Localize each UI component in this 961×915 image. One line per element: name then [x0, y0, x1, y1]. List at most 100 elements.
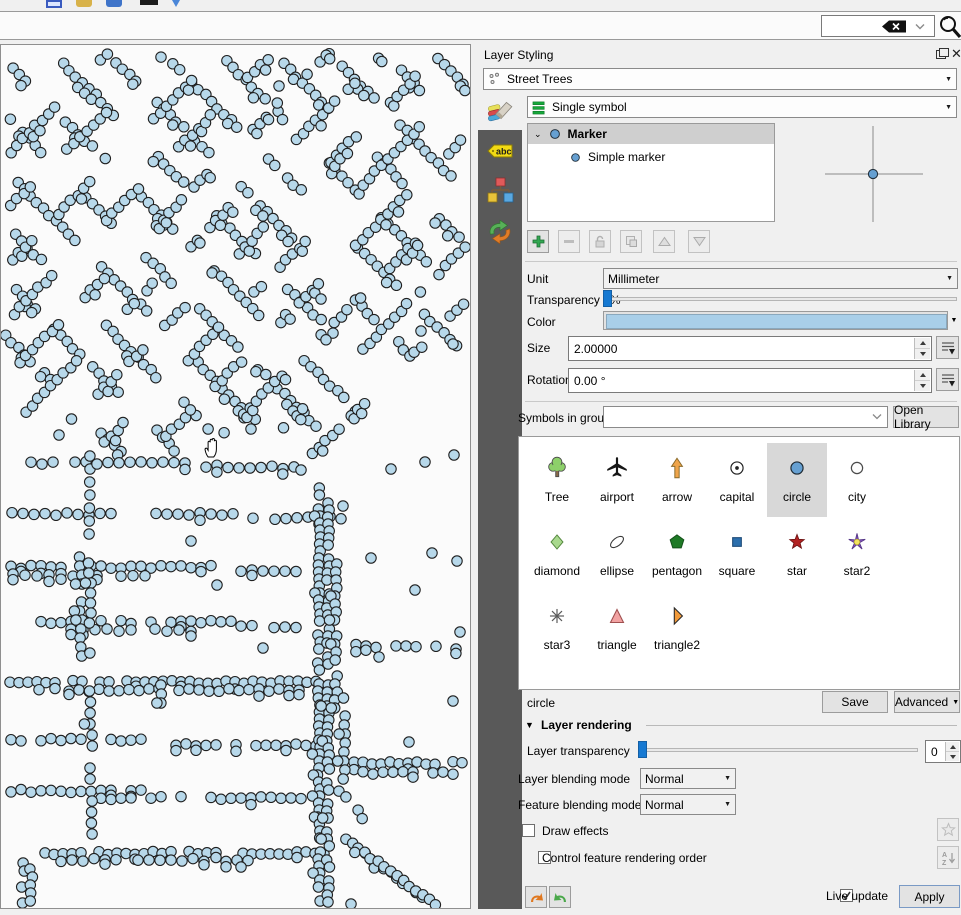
- symbol-item-airport[interactable]: airport: [587, 443, 647, 517]
- size-up-arrow[interactable]: [915, 338, 930, 349]
- symbol-tree-root-row[interactable]: ⌄ Marker: [528, 124, 774, 144]
- symbol-item-diamond[interactable]: diamond: [527, 517, 587, 591]
- symbol-item-label: arrow: [662, 490, 692, 504]
- symbol-item-pentagon[interactable]: pentagon: [647, 517, 707, 591]
- size-down-arrow[interactable]: [915, 349, 930, 359]
- size-spinbox[interactable]: 2.00000: [568, 336, 932, 361]
- data-defined-icon: [940, 372, 956, 388]
- symbol-item-label: square: [719, 564, 756, 578]
- lt-down-arrow[interactable]: [946, 752, 959, 761]
- group-rule: [646, 725, 957, 726]
- rotation-value: 0.00 °: [569, 374, 606, 388]
- symbol-tree-root-label: Marker: [568, 127, 607, 141]
- rotation-down-arrow[interactable]: [915, 381, 930, 391]
- map-canvas[interactable]: [0, 44, 471, 909]
- toolbar-icon-partial-1[interactable]: [46, 0, 62, 8]
- remove-symbol-layer-button[interactable]: [558, 230, 580, 253]
- plus-icon: [532, 235, 545, 248]
- renderer-value: Single symbol: [552, 100, 627, 114]
- symbol-layer-tree[interactable]: ⌄ Marker Simple marker: [527, 123, 775, 222]
- layer-blending-combo[interactable]: Normal ▼: [640, 768, 736, 789]
- lock-icon: [594, 235, 606, 248]
- rotation-label: Rotation: [527, 373, 572, 387]
- rotation-spinbox[interactable]: 0.00 °: [568, 368, 932, 393]
- unit-combo[interactable]: Millimeter ▼: [603, 268, 958, 289]
- layer-transparency-label: Layer transparency: [527, 744, 630, 758]
- separator: [525, 401, 957, 402]
- apply-label: Apply: [914, 890, 944, 904]
- symbol-item-square[interactable]: square: [707, 517, 767, 591]
- tab-style-manager[interactable]: [478, 172, 522, 210]
- search-input[interactable]: [821, 15, 935, 37]
- move-down-button[interactable]: [688, 230, 710, 253]
- search-dropdown-chevron-icon[interactable]: [914, 22, 926, 31]
- symbol-item-label: star3: [544, 638, 571, 652]
- panel-title-bar: Layer Styling ✕: [478, 44, 961, 66]
- lt-up-arrow[interactable]: [946, 742, 959, 752]
- symbol-transparency-handle[interactable]: [603, 290, 612, 307]
- tab-labels[interactable]: abc: [478, 132, 522, 170]
- magnifier-icon[interactable]: [938, 14, 961, 39]
- color-dropdown-arrow-icon[interactable]: ▼: [948, 311, 960, 330]
- close-panel-icon[interactable]: ✕: [950, 47, 961, 60]
- save-button[interactable]: Save: [822, 691, 888, 713]
- preview-marker-dot: [868, 169, 877, 178]
- advanced-button[interactable]: Advanced ▼: [894, 691, 960, 713]
- layer-selector-combo[interactable]: Street Trees ▼: [483, 68, 957, 90]
- symbol-item-star[interactable]: star: [767, 517, 827, 591]
- layer-transparency-spinbox[interactable]: 0: [925, 740, 961, 763]
- symbol-item-label: triangle: [597, 638, 636, 652]
- symbol-item-triangle2[interactable]: triangle2: [647, 591, 707, 665]
- define-rendering-order-button[interactable]: A Z: [937, 846, 959, 869]
- tab-history[interactable]: [478, 212, 522, 250]
- expand-chevron-icon[interactable]: ⌄: [534, 129, 542, 140]
- symbol-item-label: airport: [600, 490, 634, 504]
- size-label: Size: [527, 341, 550, 355]
- symbol-transparency-slider[interactable]: [606, 297, 957, 301]
- symbol-item-circle[interactable]: circle: [767, 443, 827, 517]
- symbols-group-combo[interactable]: [603, 406, 888, 428]
- undo-button[interactable]: [525, 886, 547, 908]
- toolbar-icon-partial-5[interactable]: [172, 0, 180, 7]
- toolbar-icon-partial-2[interactable]: [76, 0, 92, 7]
- renderer-combo[interactable]: Single symbol ▼: [527, 96, 957, 118]
- symbol-item-ellipse[interactable]: ellipse: [587, 517, 647, 591]
- float-panel-icon[interactable]: [934, 48, 947, 61]
- symbol-item-Tree[interactable]: Tree: [527, 443, 587, 517]
- move-up-button[interactable]: [653, 230, 675, 253]
- arrow-icon: [664, 450, 690, 486]
- duplicate-symbol-layer-button[interactable]: [620, 230, 642, 253]
- symbol-item-arrow[interactable]: arrow: [647, 443, 707, 517]
- clear-search-icon[interactable]: [880, 19, 908, 34]
- add-symbol-layer-button[interactable]: [527, 230, 549, 253]
- apply-button[interactable]: Apply: [899, 885, 960, 908]
- qgis-window: { "top_bar": { "search_value": "" }, "pa…: [0, 0, 961, 915]
- unit-arrow-icon: ▼: [946, 275, 953, 282]
- toolbar-icon-partial-3[interactable]: [106, 0, 122, 7]
- symbol-item-star2[interactable]: star2: [827, 517, 887, 591]
- customize-effects-button[interactable]: [937, 818, 959, 841]
- color-button[interactable]: [603, 311, 948, 330]
- redo-button[interactable]: [549, 886, 571, 908]
- layer-transparency-handle[interactable]: [638, 741, 647, 758]
- tab-symbology[interactable]: [478, 92, 522, 130]
- redo-icon: [553, 891, 568, 904]
- minus-icon: [564, 240, 574, 243]
- layer-transparency-slider[interactable]: [640, 748, 918, 752]
- toolbar-icon-partial-4[interactable]: [140, 0, 158, 5]
- draw-effects-checkbox[interactable]: [522, 824, 535, 837]
- symbol-item-triangle[interactable]: triangle: [587, 591, 647, 665]
- symbol-item-label: star2: [844, 564, 871, 578]
- collapse-arrow-icon[interactable]: ▼: [525, 720, 534, 730]
- symbol-tree-child-row[interactable]: Simple marker: [528, 147, 774, 167]
- lock-symbol-layer-button[interactable]: [589, 230, 611, 253]
- symbol-item-city[interactable]: city: [827, 443, 887, 517]
- symbol-item-capital[interactable]: capital: [707, 443, 767, 517]
- feature-blending-combo[interactable]: Normal ▼: [640, 794, 736, 815]
- size-data-defined-override-button[interactable]: [936, 336, 959, 359]
- symbol-item-star3[interactable]: star3: [527, 591, 587, 665]
- rotation-up-arrow[interactable]: [915, 370, 930, 381]
- open-library-button[interactable]: Open Library: [893, 406, 959, 428]
- rotation-data-defined-override-button[interactable]: [936, 368, 959, 391]
- unit-value: Millimeter: [608, 272, 659, 286]
